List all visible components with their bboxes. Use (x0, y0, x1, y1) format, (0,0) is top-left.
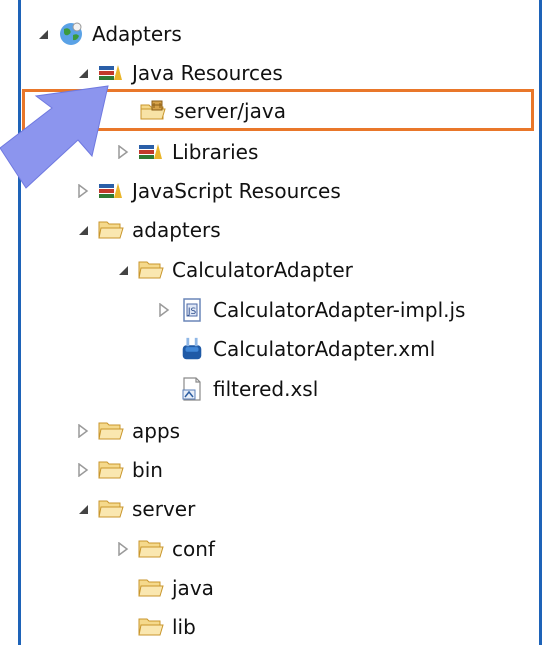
tree-node-calculator-adapter[interactable]: CalculatorAdapter (112, 254, 353, 286)
js-file-icon: JS (179, 298, 205, 322)
expand-twisty-icon[interactable] (112, 259, 134, 281)
tree-node-label: java (172, 576, 214, 600)
tree-node-label: CalculatorAdapter (172, 258, 353, 282)
tree-node-label: lib (172, 615, 196, 639)
tree-node-server-java[interactable]: server/java (140, 95, 286, 127)
tree-node-calculator-adapter-impl-js[interactable]: JS CalculatorAdapter-impl.js (153, 294, 465, 326)
tree-node-label: server/java (174, 99, 286, 123)
folder-icon (138, 538, 164, 560)
tree-node-label: server (132, 497, 196, 521)
adapter-xml-icon (179, 337, 205, 360)
collapse-twisty-icon[interactable] (72, 459, 94, 481)
expand-twisty-icon[interactable] (72, 62, 94, 84)
tree-node-label: bin (132, 458, 163, 482)
source-folder-icon (140, 100, 166, 122)
folder-icon (138, 616, 164, 638)
folder-icon (98, 420, 124, 442)
expand-twisty-icon[interactable] (32, 23, 54, 45)
collapse-twisty-icon[interactable] (72, 180, 94, 202)
tree-node-apps[interactable]: apps (72, 415, 180, 447)
collapse-twisty-icon[interactable] (112, 141, 134, 163)
expand-twisty-icon[interactable] (72, 219, 94, 241)
globe-project-icon (58, 22, 84, 45)
tree-node-java-resources[interactable]: Java Resources (72, 57, 283, 89)
tree-node-lib[interactable]: lib (138, 611, 196, 643)
tree-node-bin[interactable]: bin (72, 454, 163, 486)
expand-twisty-icon[interactable] (72, 498, 94, 520)
xsl-file-icon (179, 377, 205, 401)
tree-node-label: CalculatorAdapter-impl.js (213, 298, 466, 322)
tree-node-adapters[interactable]: Adapters (32, 18, 182, 50)
tree-node-filtered-xsl[interactable]: filtered.xsl (179, 373, 318, 405)
tree-node-server[interactable]: server (72, 493, 195, 525)
javascript-resources-icon (98, 180, 124, 202)
tree-node-label: adapters (132, 218, 221, 242)
folder-icon (138, 259, 164, 281)
folder-icon (98, 498, 124, 520)
tree-node-calculator-adapter-xml[interactable]: CalculatorAdapter.xml (179, 333, 435, 365)
collapse-twisty-icon[interactable] (72, 420, 94, 442)
project-tree: Adapters Java Resources server/java Libr… (0, 0, 545, 645)
tree-node-label: Java Resources (132, 61, 283, 85)
svg-text:JS: JS (187, 307, 197, 317)
tree-node-label: conf (172, 537, 215, 561)
tree-node-label: JavaScript Resources (132, 179, 341, 203)
tree-node-libraries[interactable]: Libraries (112, 136, 258, 168)
tree-node-java[interactable]: java (138, 572, 214, 604)
folder-icon (98, 219, 124, 241)
folder-icon (98, 459, 124, 481)
tree-node-label: Libraries (172, 140, 259, 164)
collapse-twisty-icon[interactable] (153, 299, 175, 321)
java-resources-icon (98, 62, 124, 84)
tree-node-label: apps (132, 419, 181, 443)
tree-node-label: Adapters (92, 22, 182, 46)
tree-node-javascript-resources[interactable]: JavaScript Resources (72, 175, 341, 207)
tree-node-label: CalculatorAdapter.xml (213, 337, 436, 361)
tree-node-conf[interactable]: conf (112, 533, 215, 565)
folder-icon (138, 577, 164, 599)
tree-node-label: filtered.xsl (213, 377, 319, 401)
screenshot-frame: Adapters Java Resources server/java Libr… (0, 0, 545, 645)
library-icon (138, 141, 164, 163)
tree-node-adapters-folder[interactable]: adapters (72, 214, 221, 246)
collapse-twisty-icon[interactable] (112, 538, 134, 560)
